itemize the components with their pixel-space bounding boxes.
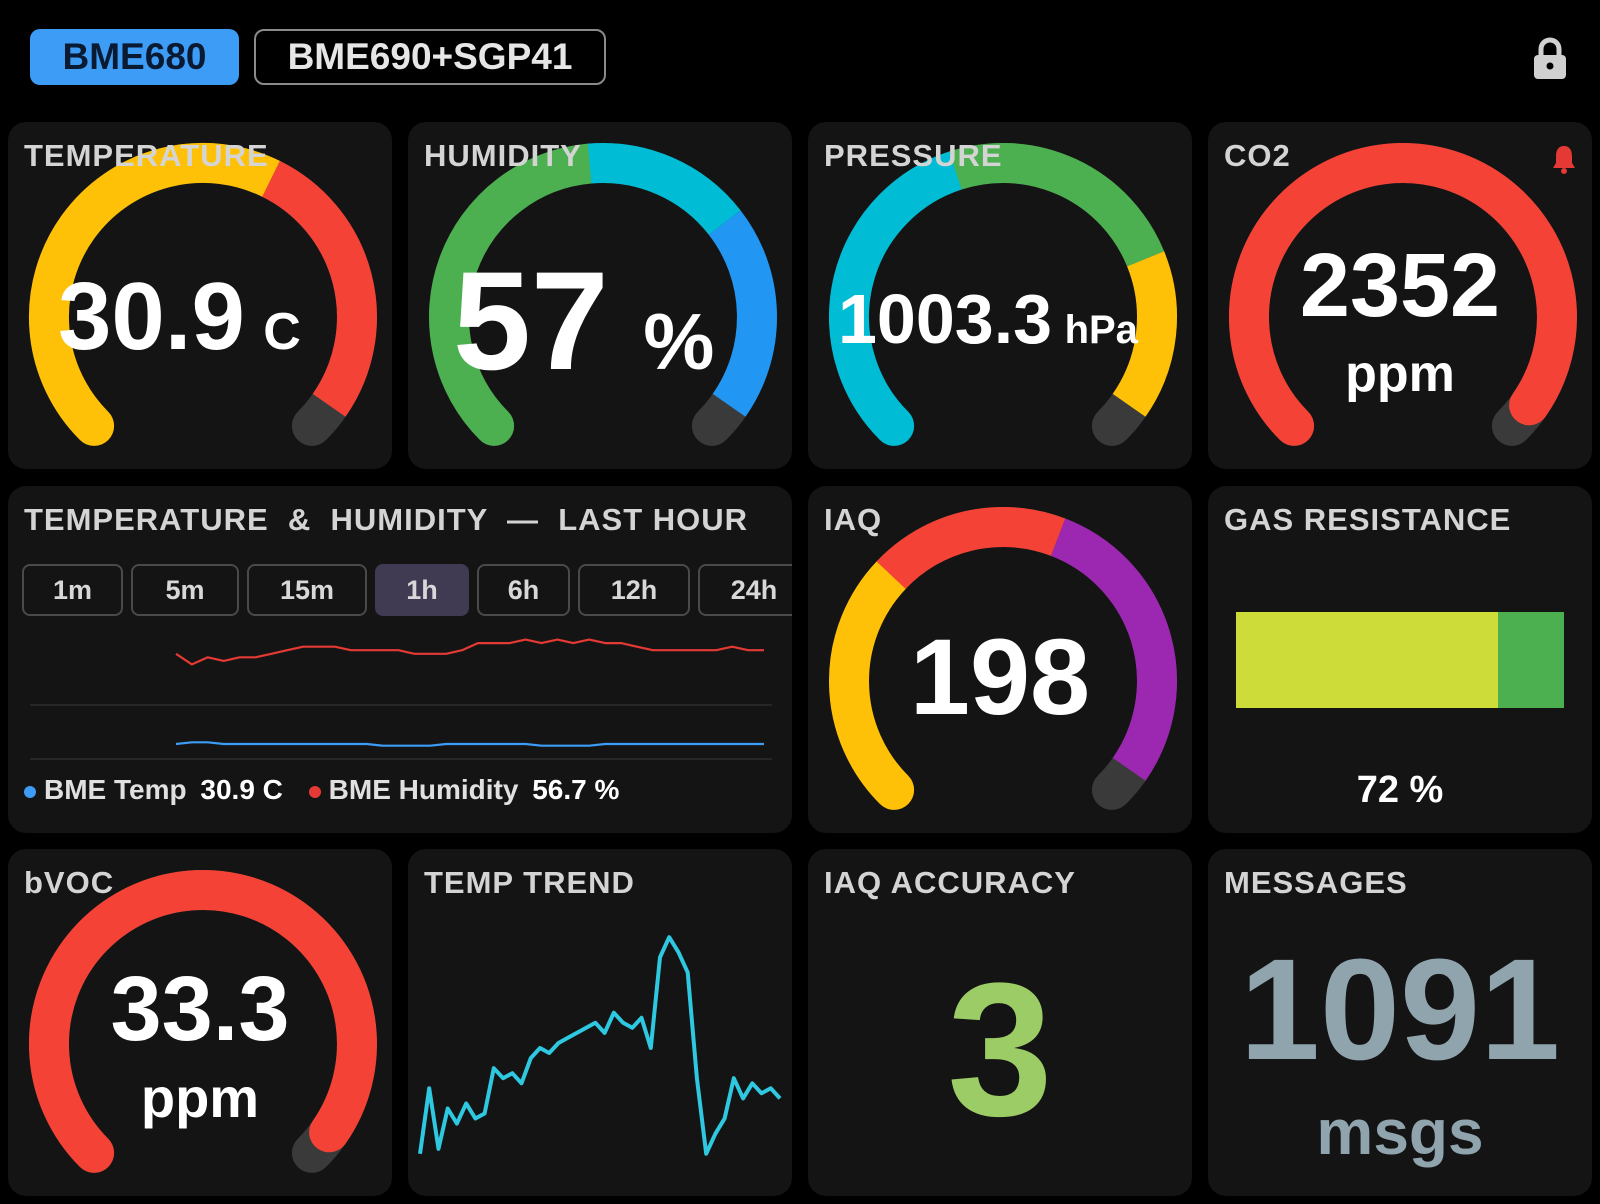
- card-title: CO2: [1224, 138, 1291, 173]
- humidity-gauge-segment: [708, 210, 777, 417]
- card-title: TEMPERATURE: [24, 138, 269, 173]
- messages-card: MESSAGES 1091 msgs: [1208, 849, 1592, 1196]
- legend-label-temp: BME Temp: [44, 774, 187, 805]
- tab-bme690-sgp41[interactable]: BME690+SGP41: [254, 29, 606, 85]
- legend-dot-temp: [24, 785, 36, 798]
- card-title: HUMIDITY: [424, 138, 582, 173]
- value-number: 57: [453, 242, 609, 399]
- value-number: 30.9: [58, 263, 245, 370]
- co2-unit: ppm: [1345, 345, 1455, 403]
- bvoc-unit: ppm: [140, 1066, 260, 1129]
- bvoc-card: bVOC 33.3 ppm: [8, 849, 392, 1196]
- iaq-accuracy-card: IAQ ACCURACY 3: [808, 849, 1192, 1196]
- messages-value: 1091: [1239, 929, 1561, 1090]
- bvoc-value: 33.3: [110, 958, 290, 1060]
- card-title: PRESSURE: [824, 138, 1003, 173]
- co2-card: CO2 2352 ppm: [1208, 122, 1592, 469]
- value-unit: %: [643, 297, 715, 386]
- gas-resistance-bar: [1236, 612, 1564, 708]
- temp-trend-card: TEMP TREND: [408, 849, 792, 1196]
- temperature-value: 30.9 C: [58, 262, 301, 372]
- card-title: IAQ: [824, 502, 883, 537]
- chart-legend: BME Temp 30.9 C BME Humidity 56.7 %: [24, 774, 619, 806]
- chart-card: TEMPERATURE & HUMIDITY — LAST HOUR 1m 5m…: [8, 486, 792, 833]
- pressure-gauge-segment: [949, 142, 1165, 267]
- legend-value-temp: 30.9 C: [200, 774, 283, 805]
- value-unit: C: [263, 303, 301, 361]
- pressure-card: PRESSURE 1003.3 hPa: [808, 122, 1192, 469]
- co2-value: 2352: [1299, 236, 1501, 336]
- pressure-value: 1003.3 hPa: [838, 279, 1138, 359]
- legend-dot-humidity: [308, 785, 321, 798]
- temperature-card: TEMPERATURE 30.9 C: [8, 122, 392, 469]
- temp-trend-sparkline: [418, 935, 782, 1156]
- humidity-gauge-segment: [587, 143, 741, 236]
- legend-label-humidity: BME Humidity: [328, 774, 519, 805]
- gas-resistance-card: GAS RESISTANCE 72 %: [1208, 486, 1592, 833]
- iaq-accuracy-value: 3: [947, 944, 1053, 1156]
- humidity-card: HUMIDITY 57 %: [408, 122, 792, 469]
- tab-bme680[interactable]: BME680: [30, 29, 239, 85]
- lock-icon[interactable]: [1532, 37, 1568, 81]
- temperature-series-line: [175, 741, 764, 747]
- iaq-gauge-segment: [876, 507, 1066, 590]
- legend-value-humidity: 56.7 %: [532, 774, 620, 805]
- temp-trend-line: [418, 935, 782, 1156]
- tab-label: BME690+SGP41: [287, 36, 573, 77]
- messages-unit: msgs: [1316, 1096, 1484, 1168]
- tab-label: BME680: [62, 36, 207, 77]
- humidity-series-line: [175, 638, 764, 666]
- card-title: bVOC: [24, 865, 115, 900]
- gas-resistance-value: 72 %: [1356, 769, 1444, 811]
- iaq-value: 198: [909, 616, 1091, 737]
- humidity-value: 57 %: [453, 240, 714, 402]
- card-title: MESSAGES: [1224, 865, 1408, 900]
- value-unit: hPa: [1064, 308, 1138, 352]
- iaq-card: IAQ 198: [808, 486, 1192, 833]
- value-number: 1003.3: [838, 280, 1053, 358]
- gas-resistance-fill: [1236, 612, 1499, 708]
- bell-icon: [1553, 146, 1575, 174]
- card-title: GAS RESISTANCE: [1224, 502, 1512, 537]
- card-title: IAQ ACCURACY: [824, 865, 1076, 900]
